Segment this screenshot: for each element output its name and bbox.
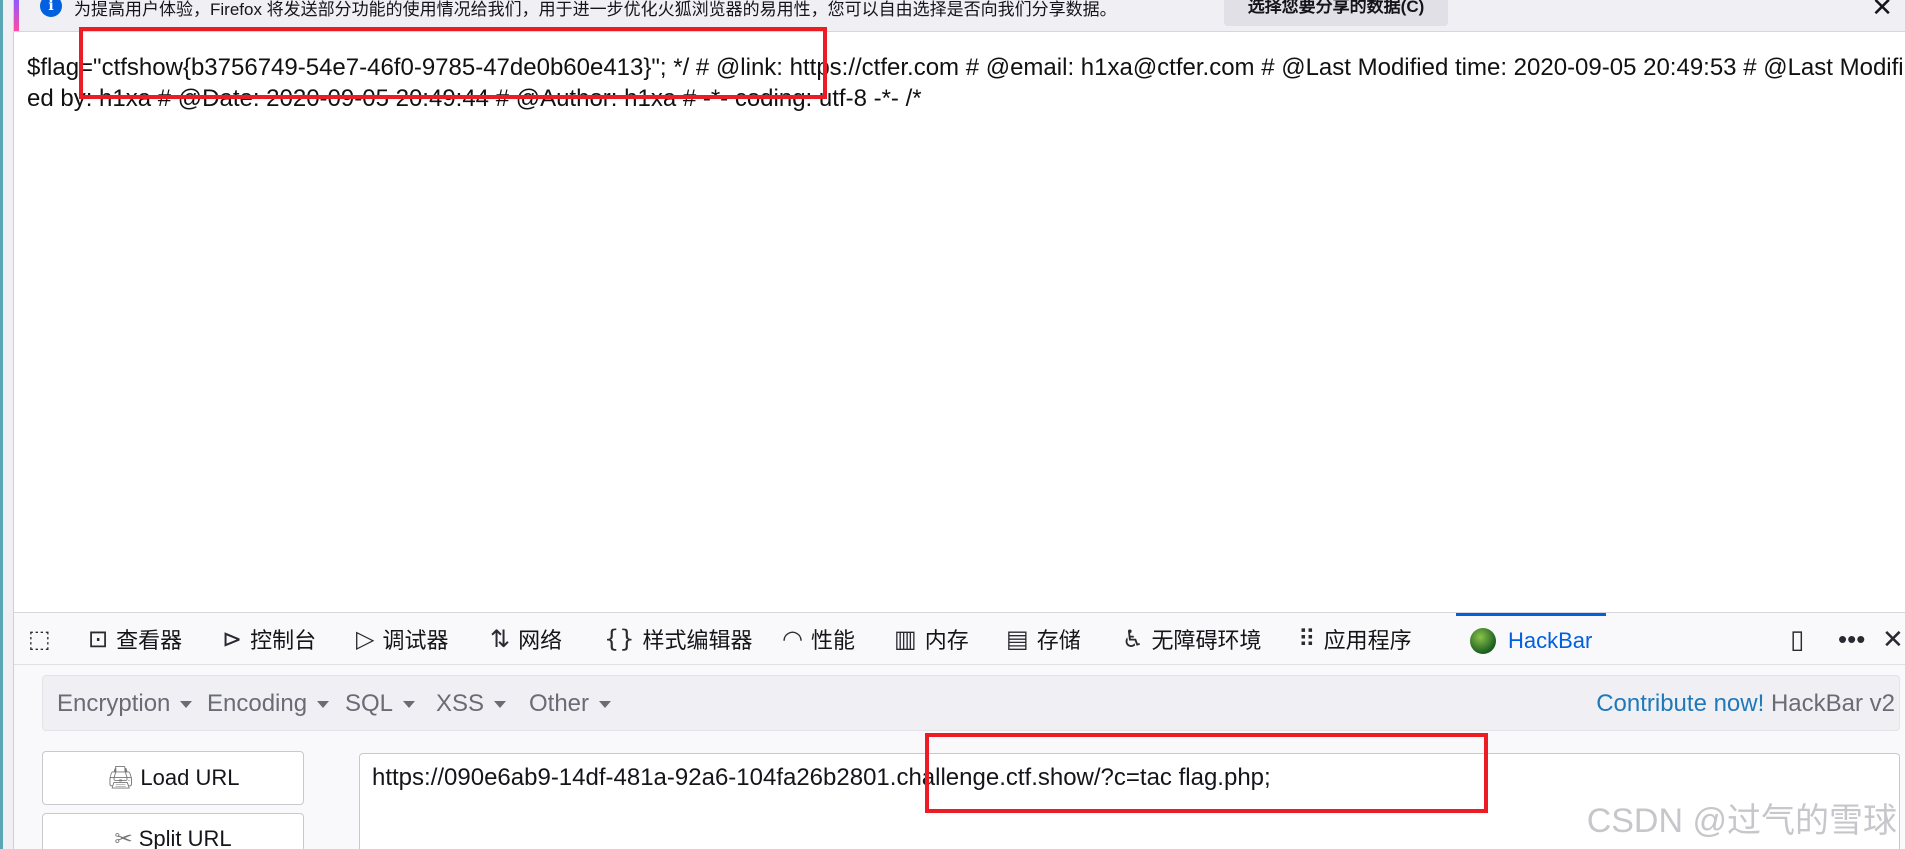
storage-icon: ▤ (1006, 625, 1029, 653)
hackbar-version: HackBar v2 (1770, 690, 1895, 717)
chevron-down-icon (599, 701, 612, 709)
tab-label: 内存 (924, 628, 969, 653)
responsive-design-icon: ▯ (1790, 623, 1805, 654)
tab-storage[interactable]: ▤ 存储 (1006, 613, 1081, 665)
flag-highlight-box (79, 27, 827, 99)
close-icon: ✕ (1882, 623, 1904, 654)
close-devtools-button[interactable]: ✕ (1882, 613, 1904, 665)
network-icon: ⇅ (490, 625, 511, 653)
chevron-down-icon (403, 701, 416, 709)
scissors-icon: ✂ (114, 826, 133, 849)
devtools-toolbar: ⬚ ⊡ 查看器 ⊳ 控制台 ▷ 调试器 ⇅ 网络 {} 样式编辑器 ◠ 性能 ▥… (14, 613, 1905, 665)
element-picker-button[interactable]: ⬚ (28, 613, 51, 665)
tab-performance[interactable]: ◠ 性能 (782, 613, 855, 665)
tab-label: 存储 (1036, 628, 1081, 653)
performance-icon: ◠ (782, 625, 803, 653)
close-icon[interactable]: ✕ (1871, 0, 1893, 20)
button-label: Split URL (138, 826, 232, 849)
tab-style-editor[interactable]: {} 样式编辑器 (604, 613, 753, 665)
chevron-down-icon (317, 701, 330, 709)
load-url-icon: 🖨 (106, 765, 135, 790)
tab-label: 样式编辑器 (642, 628, 753, 653)
tab-application[interactable]: ⠿ 应用程序 (1298, 613, 1412, 665)
menu-label: XSS (436, 690, 485, 717)
csdn-watermark: CSDN @过气的雪球 (1586, 802, 1897, 840)
menu-label: SQL (345, 690, 394, 717)
notification-text: 为提高用户体验，Firefox 将发送部分功能的使用情况给我们，用于进一步优化火… (74, 0, 1117, 19)
tab-label: 无障碍环境 (1151, 628, 1262, 653)
menu-other[interactable]: Other (529, 676, 612, 732)
split-url-button[interactable]: ✂ Split URL (42, 813, 304, 849)
info-icon: i (40, 0, 62, 17)
menu-label: Encryption (57, 690, 171, 717)
tab-label: 查看器 (116, 628, 183, 653)
menu-sql[interactable]: SQL (345, 676, 416, 732)
hackbar-menu: Encryption Encoding SQL XSS Other Contri… (42, 675, 1900, 731)
chevron-down-icon (180, 701, 193, 709)
choose-data-button[interactable]: 选择您要分享的数据(C) (1224, 0, 1448, 26)
tab-network[interactable]: ⇅ 网络 (490, 613, 562, 665)
console-icon: ⊳ (222, 625, 243, 653)
tab-label: 网络 (518, 628, 563, 653)
menu-label: Other (529, 690, 590, 717)
contribute-link[interactable]: Contribute now! (1596, 690, 1764, 717)
hackbar-logo-icon (1470, 627, 1496, 654)
tab-accessibility[interactable]: ♿ 无障碍环境 (1122, 613, 1262, 665)
more-options-icon: ••• (1838, 623, 1866, 654)
button-label: Load URL (140, 765, 240, 790)
tab-label: 应用程序 (1323, 628, 1412, 653)
inspector-icon: ⊡ (88, 625, 109, 653)
memory-icon: ▥ (894, 625, 917, 653)
tab-inspector[interactable]: ⊡ 查看器 (88, 613, 182, 665)
more-options-button[interactable]: ••• (1838, 613, 1865, 665)
tab-debugger[interactable]: ▷ 调试器 (356, 613, 448, 665)
tab-console[interactable]: ⊳ 控制台 (222, 613, 316, 665)
url-highlight-box (925, 733, 1488, 813)
tab-label: 控制台 (250, 628, 317, 653)
menu-encryption[interactable]: Encryption (57, 676, 193, 732)
tab-label: HackBar (1508, 627, 1593, 653)
application-icon: ⠿ (1298, 625, 1316, 653)
accessibility-icon: ♿ (1122, 625, 1144, 653)
responsive-design-button[interactable]: ▯ (1790, 613, 1804, 665)
menu-label: Encoding (207, 690, 308, 717)
menu-xss[interactable]: XSS (436, 676, 507, 732)
tab-label: 性能 (810, 628, 855, 653)
tab-label: 调试器 (382, 628, 449, 653)
window-edge (0, 0, 14, 849)
debugger-icon: ▷ (356, 625, 375, 653)
menu-encoding[interactable]: Encoding (207, 676, 330, 732)
style-editor-icon: {} (604, 625, 635, 653)
element-picker-icon: ⬚ (28, 625, 51, 653)
page-content: $flag="ctfshow{b3756749-54e7-46f0-9785-4… (14, 32, 1905, 612)
load-url-button[interactable]: 🖨 Load URL (42, 751, 304, 805)
tab-hackbar[interactable]: HackBar (1456, 613, 1607, 665)
hackbar-credit: Contribute now! HackBar v2 (1596, 676, 1895, 732)
chevron-down-icon (494, 701, 507, 709)
tab-memory[interactable]: ▥ 内存 (894, 613, 969, 665)
